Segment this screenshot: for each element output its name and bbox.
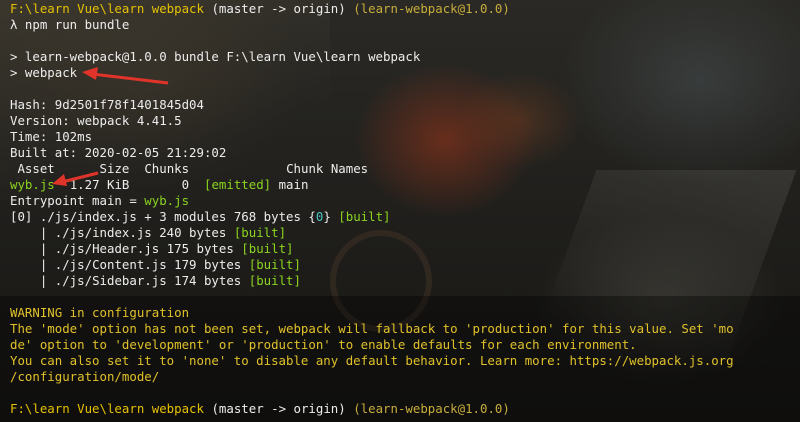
module-item-prefix: | xyxy=(10,241,55,256)
entrypoint-line: Entrypoint main = wyb.js xyxy=(10,193,798,209)
module-item-name: ./js/index.js 240 bytes xyxy=(54,225,227,240)
prompt-branch: (master -> origin) xyxy=(211,401,346,416)
asset-chunk-names: main xyxy=(278,177,309,192)
module-item-status: [built] xyxy=(233,225,287,240)
module-chunk-close: } xyxy=(323,209,331,224)
npm-script-line: > learn-webpack@1.0.0 bundle F:\learn Vu… xyxy=(10,49,421,64)
prompt-line: F:\learn Vue\learn webpack (master -> or… xyxy=(10,1,798,17)
build-version: Version: webpack 4.41.5 xyxy=(10,113,182,128)
module-item-status: [built] xyxy=(248,257,301,272)
warning-title: WARNING in configuration xyxy=(10,305,190,320)
module-item-prefix: | xyxy=(10,257,55,272)
prompt-package: (learn-webpack@1.0.0) xyxy=(353,401,510,416)
prompt-path: F:\learn Vue\learn webpack xyxy=(10,1,204,16)
build-hash: Hash: 9d2501f78f1401845d04 xyxy=(10,97,204,112)
warning-line: You can also set it to 'none' to disable… xyxy=(10,353,734,368)
module-item-prefix: | xyxy=(10,273,55,288)
prompt-package: (learn-webpack@1.0.0) xyxy=(353,1,510,16)
module-item-status: [built] xyxy=(241,241,294,256)
prompt-path: F:\learn Vue\learn webpack xyxy=(10,401,204,416)
header-chunk-names: Chunk Names xyxy=(286,161,369,176)
terminal-window[interactable]: F:\learn Vue\learn webpack (master -> or… xyxy=(0,0,800,422)
header-size: Size xyxy=(99,161,130,176)
module-item: | ./js/index.js 240 bytes [built] xyxy=(10,225,798,241)
module-id: [0] xyxy=(10,209,33,224)
module-summary-text: ./js/index.js + 3 modules 768 bytes { xyxy=(39,209,316,224)
terminal-output[interactable]: F:\learn Vue\learn webpack (master -> or… xyxy=(10,1,798,417)
asset-table-header: Asset Size Chunks Chunk Names xyxy=(10,161,798,177)
asset-chunks: 0 xyxy=(181,177,190,192)
module-item: | ./js/Content.js 179 bytes [built] xyxy=(10,257,798,273)
annotation-arrow-icon xyxy=(52,171,99,186)
module-item-name: ./js/Sidebar.js 174 bytes xyxy=(54,273,242,288)
prompt-line: F:\learn Vue\learn webpack (master -> or… xyxy=(10,401,798,417)
annotation-arrow-icon xyxy=(82,67,169,85)
module-summary-line: [0] ./js/index.js + 3 modules 768 bytes … xyxy=(10,209,798,225)
module-item-prefix: | xyxy=(10,225,55,240)
warning-line: /configuration/mode/ xyxy=(10,369,160,384)
entrypoint-label: Entrypoint main = xyxy=(10,193,145,208)
build-date: Built at: 2020-02-05 21:29:02 xyxy=(10,145,227,160)
build-time: Time: 102ms xyxy=(10,129,93,144)
module-item-name: ./js/Content.js 179 bytes xyxy=(54,257,242,272)
module-item-name: ./js/Header.js 175 bytes xyxy=(54,241,234,256)
warning-line: de' option to 'development' or 'producti… xyxy=(10,337,637,352)
asset-status: [emitted] xyxy=(203,177,272,192)
module-item-status: [built] xyxy=(248,273,301,288)
entrypoint-file: wyb.js xyxy=(144,193,190,208)
command-line: λ npm run bundle xyxy=(10,17,130,32)
module-item: | ./js/Sidebar.js 174 bytes [built] xyxy=(10,273,798,289)
module-item: | ./js/Header.js 175 bytes [built] xyxy=(10,241,798,257)
warning-line: The 'mode' option has not been set, webp… xyxy=(10,321,734,336)
header-chunks: Chunks xyxy=(144,161,190,176)
module-summary-status: [built] xyxy=(338,209,391,224)
asset-name: wyb.js xyxy=(10,177,55,192)
asset-row: wyb.js 1.27 KiB 0 [emitted] main xyxy=(10,177,798,193)
prompt-branch: (master -> origin) xyxy=(211,1,346,16)
